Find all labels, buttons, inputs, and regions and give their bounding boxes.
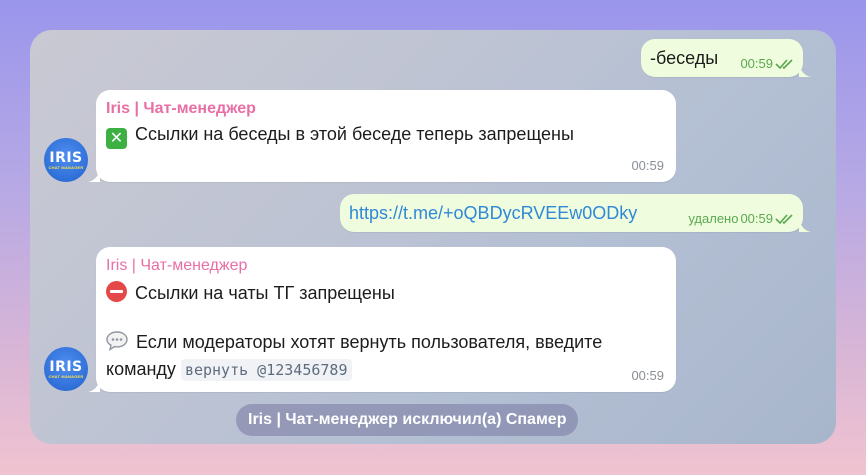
bubble-tail-icon xyxy=(88,168,100,182)
message-line: Ссылки на чаты ТГ запрещены xyxy=(106,281,395,304)
chat-panel: -беседы 00:59 IRIS CHAT MANAGER Iris | Ч… xyxy=(30,30,836,444)
message-text: Ссылки на беседы в этой беседе теперь за… xyxy=(135,124,574,144)
deleted-status: удалено xyxy=(688,211,739,226)
message-text: Ссылки на чаты ТГ запрещены xyxy=(135,283,395,303)
bubble-tail-icon xyxy=(88,378,100,392)
message-text: -беседы xyxy=(650,48,719,68)
message-line: команду вернуть @123456789 xyxy=(106,359,352,381)
time-label: 00:59 xyxy=(740,56,773,71)
message-text: команду xyxy=(106,359,176,379)
outgoing-message[interactable]: -беседы 00:59 xyxy=(641,39,811,77)
sender-name[interactable]: Iris | Чат-менеджер xyxy=(106,100,256,118)
double-check-icon xyxy=(775,213,793,224)
avatar[interactable]: IRIS CHAT MANAGER xyxy=(44,347,88,391)
double-check-icon xyxy=(775,58,793,69)
incoming-message[interactable]: Iris | Чат-менеджер Ссылки на чаты ТГ за… xyxy=(88,247,676,392)
avatar-title: IRIS xyxy=(49,149,83,166)
message-time: 00:59 xyxy=(631,368,664,383)
message-time: удалено 00:59 xyxy=(688,211,795,226)
message-time: 00:59 xyxy=(631,158,664,173)
service-message: Iris | Чат-менеджер исключил(а) Спамер xyxy=(236,404,579,436)
bubble-tail-icon xyxy=(799,218,811,232)
message-time: 00:59 xyxy=(740,56,795,71)
avatar-subtitle: CHAT MANAGER xyxy=(48,373,84,379)
message-line: Если модераторы хотят вернуть пользовате… xyxy=(106,331,602,353)
command-code[interactable]: вернуть @123456789 xyxy=(180,359,352,381)
speech-balloon-icon xyxy=(106,331,128,351)
avatar[interactable]: IRIS CHAT MANAGER xyxy=(44,138,88,182)
time-label: 00:59 xyxy=(740,211,773,226)
message-text: Если модераторы хотят вернуть пользовате… xyxy=(136,332,603,352)
avatar-title: IRIS xyxy=(49,358,83,375)
bubble-tail-icon xyxy=(799,63,811,77)
cross-mark-icon: ✕ xyxy=(106,128,127,149)
sender-name[interactable]: Iris | Чат-менеджер xyxy=(106,257,247,275)
outgoing-message[interactable]: https://t.me/+oQBDycRVEEw0ODky удалено 0… xyxy=(340,194,811,232)
incoming-message[interactable]: Iris | Чат-менеджер ✕ Ссылки на беседы в … xyxy=(88,90,676,182)
avatar-subtitle: CHAT MANAGER xyxy=(48,164,84,170)
message-link[interactable]: https://t.me/+oQBDycRVEEw0ODky xyxy=(349,203,637,224)
message-body: ✕ Ссылки на беседы в этой беседе теперь з… xyxy=(106,124,574,149)
no-entry-icon xyxy=(106,281,127,302)
